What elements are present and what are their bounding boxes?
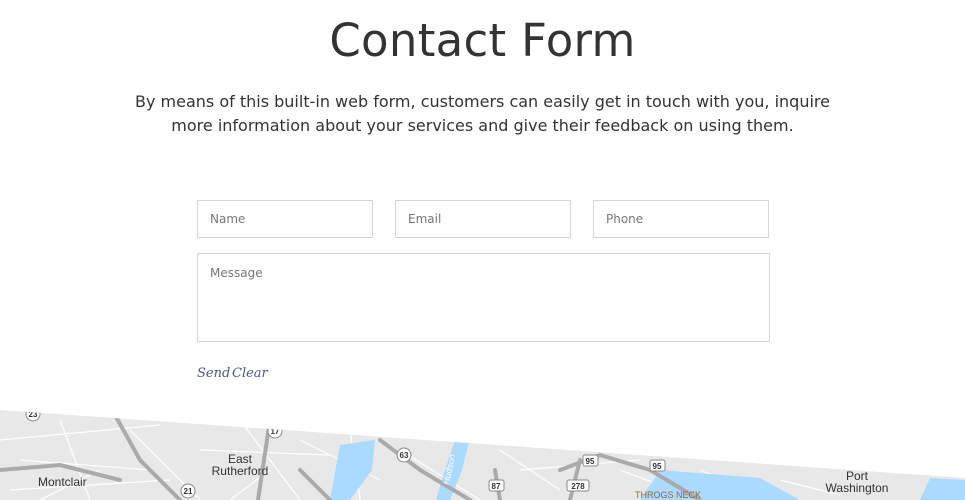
svg-text:95: 95 [653,462,662,471]
page: 23 17 63 95 95 21 87 278 Montclair East … [0,0,965,500]
svg-text:17: 17 [271,427,280,436]
map-label-rutherford: Rutherford [212,464,269,478]
map-label-washington: Washington [826,481,889,495]
email-input[interactable] [395,200,571,238]
phone-input[interactable] [593,200,769,238]
map[interactable]: 23 17 63 95 95 21 87 278 Montclair East … [0,0,965,500]
page-title: Contact Form [329,14,636,67]
svg-text:95: 95 [586,457,595,466]
name-input[interactable] [197,200,373,238]
map-label-throgs-neck: THROGS NECK [635,490,701,500]
svg-text:87: 87 [492,482,501,491]
intro-text: By means of this built-in web form, cust… [135,92,830,135]
message-textarea[interactable] [197,253,770,342]
svg-text:278: 278 [571,482,585,491]
send-button[interactable]: Send [197,366,230,381]
svg-text:63: 63 [400,451,409,460]
map-label-montclair: Montclair [38,475,87,489]
map-land [0,410,965,500]
clear-button[interactable]: Clear [232,366,268,381]
svg-text:23: 23 [29,410,38,419]
svg-text:21: 21 [184,487,193,496]
